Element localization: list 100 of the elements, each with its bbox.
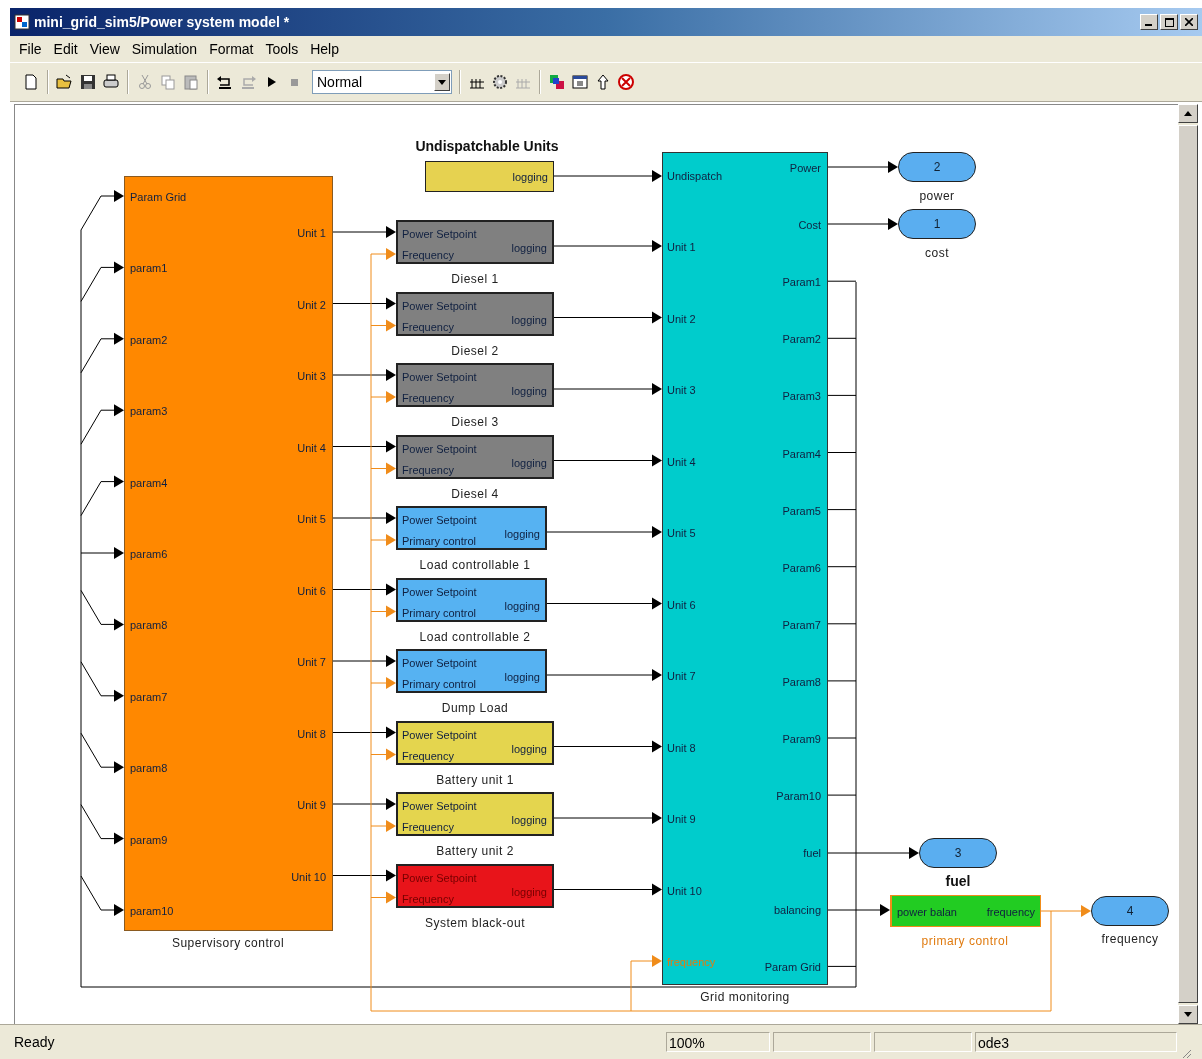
- undo-icon[interactable]: [216, 73, 234, 91]
- folder-icon[interactable]: [56, 73, 74, 91]
- port-label: Frequency: [402, 891, 454, 906]
- up-arrow-icon: [1184, 111, 1192, 116]
- port-label: Unit 9: [297, 798, 326, 812]
- port-label: Frequency: [402, 820, 454, 834]
- block-name: Supervisory control: [171, 936, 285, 950]
- port-label: Unit 2: [667, 311, 696, 326]
- port-label: Param2: [782, 332, 821, 347]
- port-label: Unit 8: [297, 726, 326, 741]
- port-label: param4: [130, 475, 168, 490]
- port-label: balancing: [773, 903, 821, 918]
- status-pane: ode3: [975, 1032, 1177, 1052]
- port-label: logging: [504, 527, 540, 541]
- menu-item[interactable]: Format: [204, 39, 259, 59]
- port-label: Power Setpoint: [402, 727, 477, 742]
- menu-item[interactable]: Edit: [48, 39, 83, 59]
- port-label: Unit 1: [667, 240, 696, 255]
- port-label: param3: [130, 404, 168, 419]
- port-label: logging: [511, 455, 547, 470]
- outport-block: 2: [898, 152, 976, 182]
- printer-icon[interactable]: [102, 73, 120, 91]
- maximize-icon: [1164, 17, 1174, 27]
- paste-icon[interactable]: [182, 73, 200, 91]
- port-label: Unit 6: [667, 597, 696, 612]
- menu-item[interactable]: Simulation: [126, 39, 203, 59]
- port-label: param2: [130, 332, 168, 347]
- port-label: Param7: [782, 617, 821, 632]
- port-label: param8: [130, 618, 168, 633]
- port-label: Undispatch: [667, 169, 723, 183]
- port-label: Frequency: [402, 248, 454, 262]
- close-icon: [1185, 18, 1193, 26]
- port-label: param1: [130, 261, 168, 276]
- status-pane: 100%: [666, 1032, 770, 1052]
- port-label: logging: [511, 241, 547, 255]
- menu-item[interactable]: Tools: [260, 39, 304, 59]
- signal-line: [827, 161, 898, 173]
- port-label: Unit 9: [667, 812, 696, 827]
- scroll-up-button[interactable]: [1178, 104, 1198, 123]
- block-name: System black-out: [425, 915, 525, 930]
- blocks-icon[interactable]: [548, 73, 566, 91]
- save-icon[interactable]: [79, 73, 97, 91]
- port-label: Unit 3: [297, 369, 326, 383]
- port-label: Unit 4: [297, 440, 326, 455]
- port-label: Unit 2: [297, 297, 326, 312]
- port-label: param8: [130, 761, 168, 776]
- port-label: Param10: [776, 789, 821, 804]
- menu-item[interactable]: File: [14, 39, 47, 59]
- port-label: Unit 10: [291, 869, 326, 884]
- port-label: Param4: [782, 446, 821, 461]
- new-file-icon[interactable]: [22, 73, 40, 91]
- port-label: param7: [130, 689, 168, 704]
- scroll-down-button[interactable]: [1178, 1005, 1198, 1024]
- block-name: Load controllable 1: [419, 558, 531, 572]
- port-label: logging: [511, 741, 547, 756]
- port-label: Param1: [782, 275, 821, 290]
- port-label: Unit 10: [667, 883, 702, 898]
- port-label: Frequency: [402, 462, 454, 477]
- block-name: power: [919, 189, 955, 203]
- port-label: logging: [511, 312, 547, 327]
- port-label: Param5: [782, 503, 821, 518]
- block-name: cost: [925, 246, 949, 260]
- port-label: logging: [511, 884, 547, 899]
- menu-item[interactable]: View: [84, 39, 125, 59]
- port-label: param6: [130, 547, 168, 561]
- port-label: Unit 3: [667, 383, 696, 398]
- block-name: Load controllable 2: [419, 629, 531, 644]
- block-name: frequency: [1101, 932, 1159, 946]
- gear-icon[interactable]: [491, 73, 509, 91]
- port-label: Param Grid: [764, 960, 821, 975]
- close-button[interactable]: [1180, 14, 1198, 30]
- port-label: Unit 7: [667, 669, 696, 684]
- port-label: logging: [511, 384, 547, 398]
- mode-dropdown[interactable]: Normal: [312, 70, 452, 94]
- minimize-button[interactable]: [1140, 14, 1158, 30]
- down-arrow-icon: [1184, 1012, 1192, 1017]
- block-name: Diesel 3: [451, 415, 499, 429]
- port-label: Power Setpoint: [402, 656, 477, 670]
- block-name: Dump Load: [441, 701, 509, 715]
- port-label: Primary control: [402, 534, 476, 548]
- port-label: frequency: [667, 954, 716, 969]
- port-label: Power Setpoint: [402, 441, 477, 456]
- target-icon[interactable]: [617, 73, 635, 91]
- port-label: fuel: [803, 846, 821, 861]
- up-arrow-icon[interactable]: [594, 73, 612, 91]
- port-label: Power Setpoint: [402, 227, 477, 241]
- menu-item[interactable]: Help: [305, 39, 344, 59]
- port-label: Frequency: [402, 748, 454, 763]
- window-icon[interactable]: [571, 73, 589, 91]
- port-label: Power Setpoint: [402, 870, 477, 885]
- block-name: Battery unit 2: [436, 844, 514, 858]
- window-title: mini_grid_sim5/Power system model *: [34, 14, 291, 30]
- block-name: Grid monitoring: [700, 990, 790, 1004]
- port-label: logging: [504, 670, 540, 684]
- port-label: Power Setpoint: [402, 513, 477, 527]
- maximize-button[interactable]: [1160, 14, 1178, 30]
- caret-icon: [438, 79, 446, 85]
- status-text: Ready: [14, 1034, 56, 1050]
- port-label: logging: [504, 598, 540, 613]
- block-name: primary control: [921, 934, 1009, 948]
